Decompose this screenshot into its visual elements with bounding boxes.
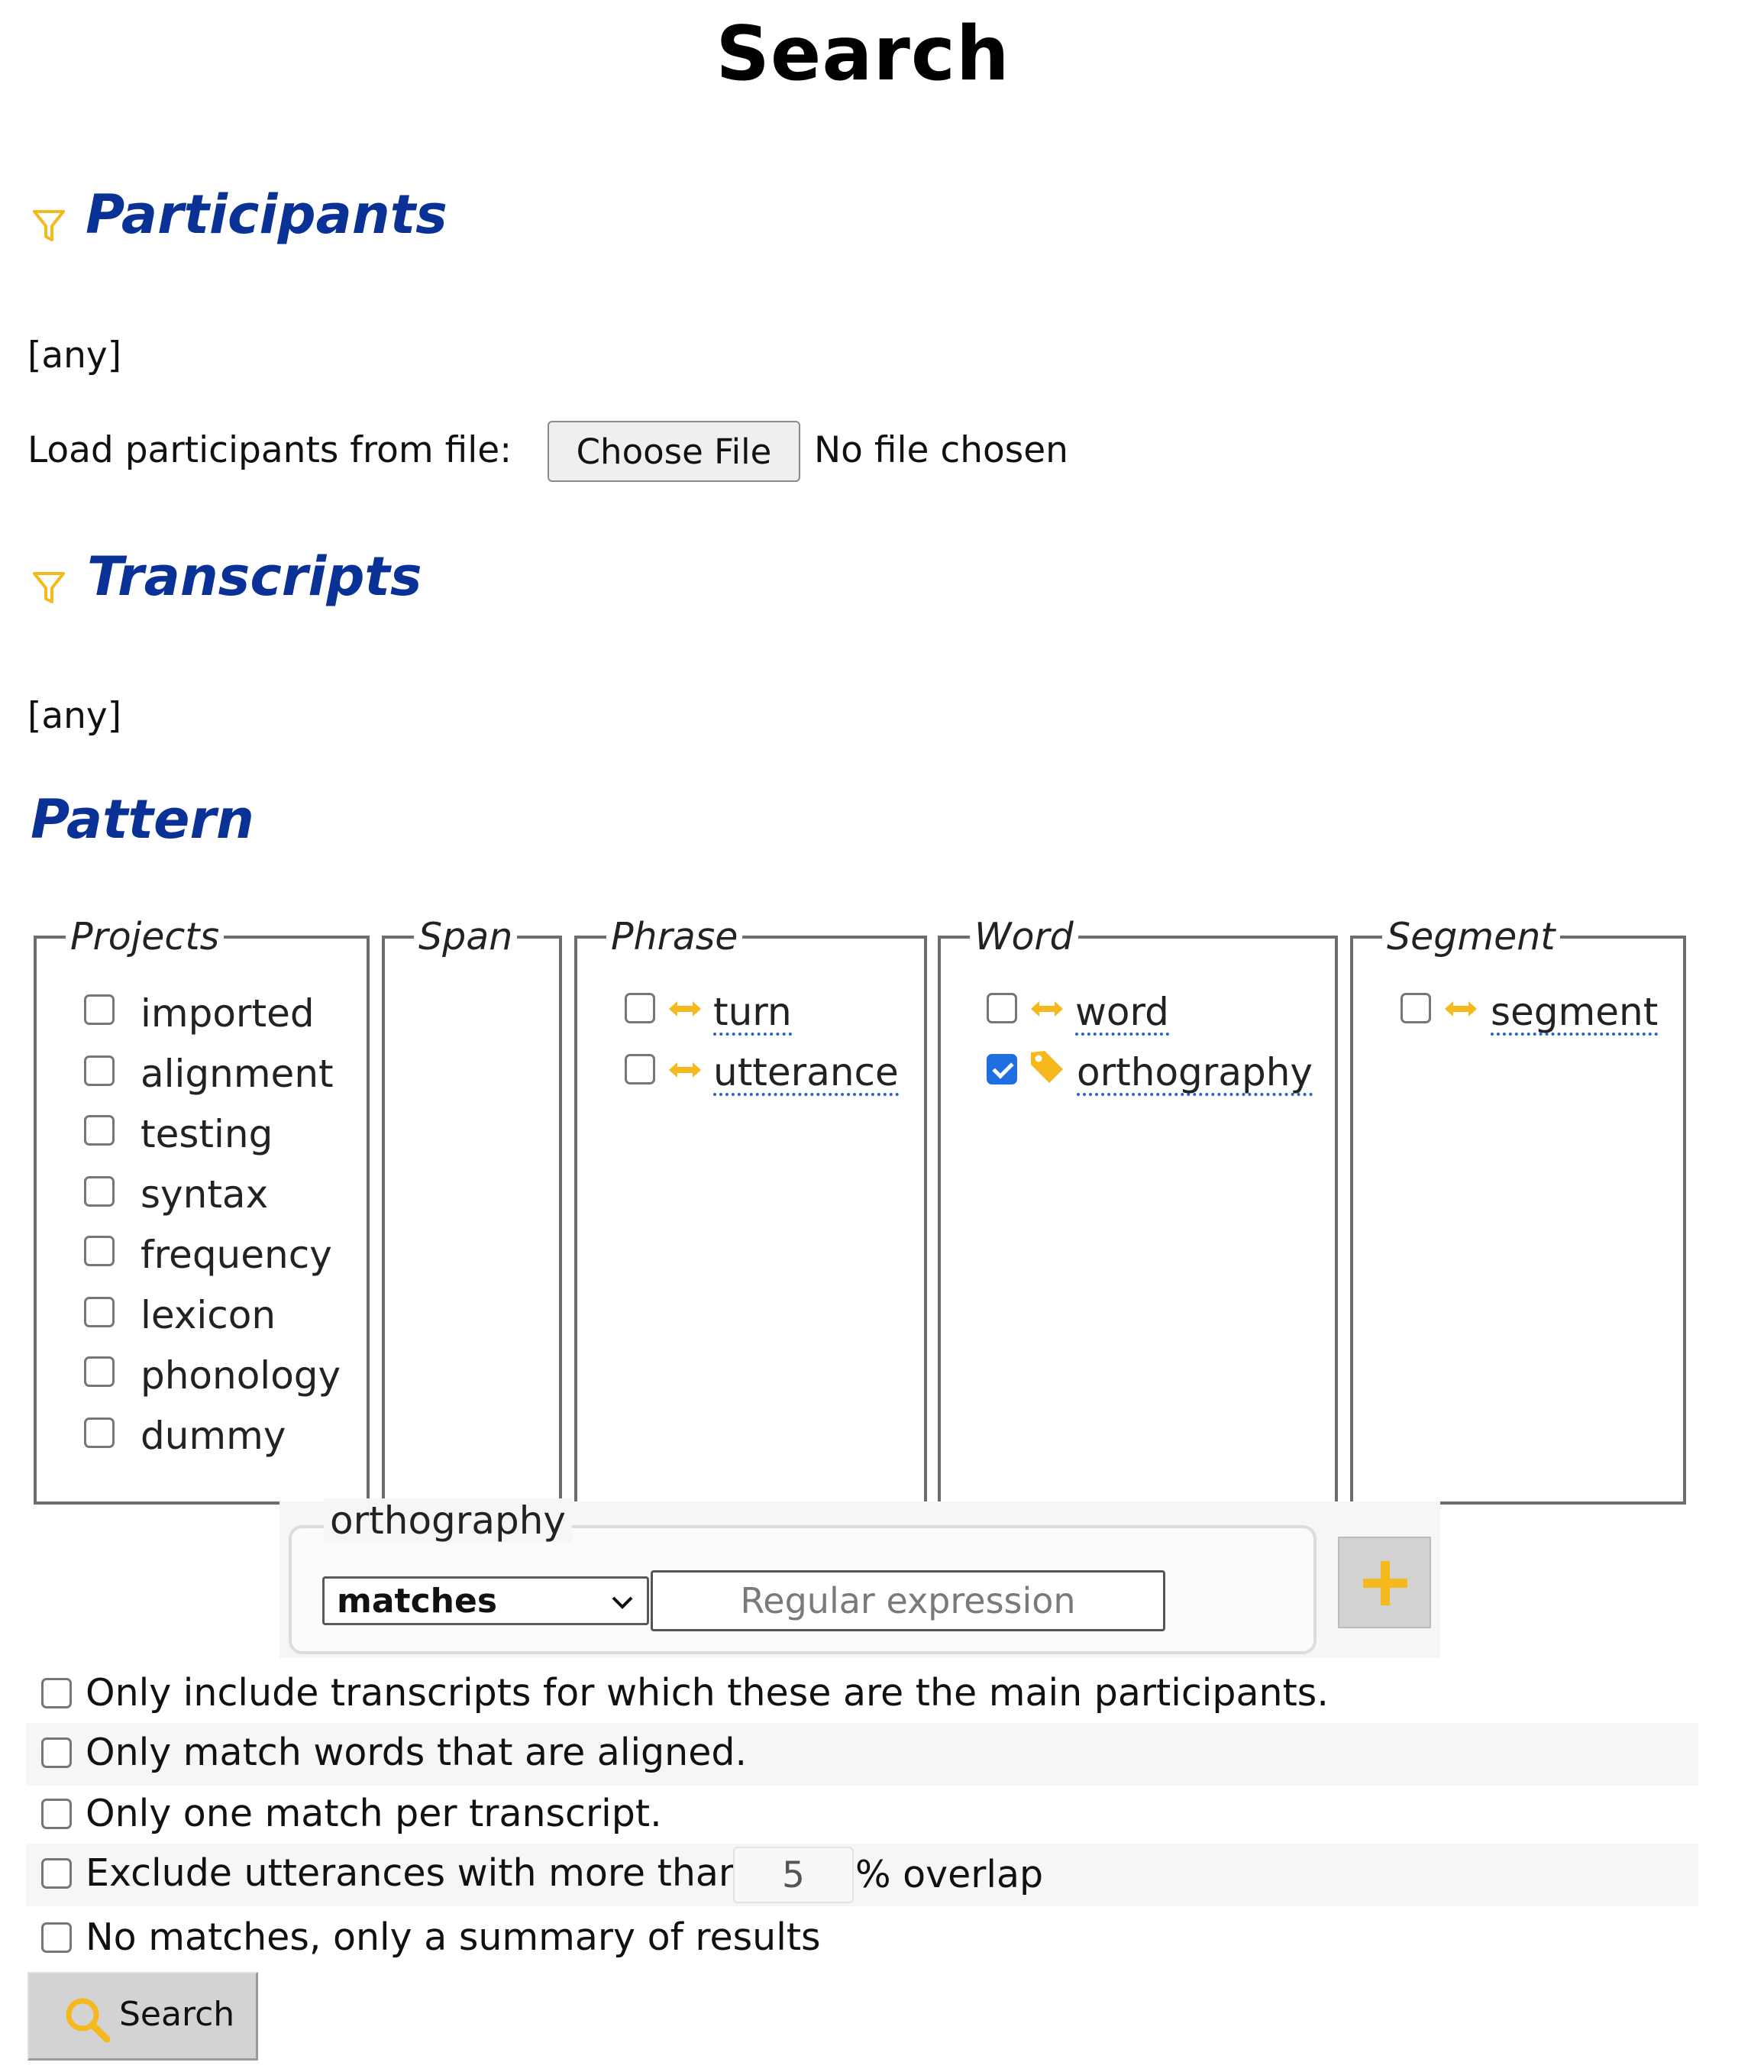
search-button[interactable]: Search (27, 1972, 258, 2061)
aligned-only-label: Only match words that are aligned. (86, 1731, 748, 1774)
option-main-participants: Only include transcripts for which these… (26, 1663, 1698, 1726)
bidirectional-arrow-icon (1445, 1001, 1477, 1017)
layer-label-orthography[interactable]: orthography (1077, 1052, 1313, 1096)
summary-only-checkbox[interactable] (41, 1922, 72, 1953)
tag-icon (1031, 1051, 1063, 1083)
layer-checkbox-orthography[interactable] (987, 1054, 1017, 1084)
search-icon (66, 1998, 111, 2043)
project-checkbox-testing[interactable] (84, 1115, 115, 1146)
project-label: alignment (141, 1052, 334, 1096)
project-checkbox-frequency[interactable] (84, 1236, 115, 1266)
project-label: phonology (141, 1353, 341, 1398)
span-column: Span (382, 915, 562, 1505)
operator-selected-value: matches (337, 1582, 498, 1621)
main-participants-label: Only include transcripts for which these… (86, 1671, 1329, 1715)
project-checkbox-phonology[interactable] (84, 1356, 115, 1387)
project-checkbox-dummy[interactable] (84, 1417, 115, 1448)
exclude-overlap-checkbox[interactable] (41, 1858, 72, 1889)
transcripts-heading: Transcripts (87, 545, 422, 608)
option-one-per-transcript: Only one match per transcript. (26, 1784, 1698, 1847)
phrase-legend: Phrase (611, 915, 738, 958)
transcripts-filter-value[interactable]: [any] (27, 695, 121, 737)
project-checkbox-syntax[interactable] (84, 1176, 115, 1207)
no-file-chosen-text: No file chosen (814, 429, 1068, 471)
exclude-overlap-label: Exclude utterances with more than (86, 1851, 742, 1895)
plus-icon (1363, 1561, 1407, 1605)
project-label: dummy (141, 1414, 286, 1458)
one-per-transcript-label: Only one match per transcript. (86, 1792, 662, 1835)
layer-label-word[interactable]: word (1075, 991, 1169, 1036)
filter-icon[interactable] (32, 208, 66, 244)
operator-select[interactable]: matches (322, 1576, 649, 1625)
project-checkbox-lexicon[interactable] (84, 1297, 115, 1327)
project-checkbox-imported[interactable] (84, 994, 115, 1025)
pattern-heading: Pattern (31, 788, 254, 851)
aligned-only-checkbox[interactable] (41, 1737, 72, 1768)
projects-legend: Projects (70, 915, 220, 958)
add-matcher-button[interactable] (1338, 1537, 1431, 1628)
option-exclude-overlap: Exclude utterances with more than % over… (26, 1844, 1698, 1906)
word-legend: Word (974, 915, 1074, 958)
regex-input[interactable] (651, 1570, 1165, 1631)
filter-icon[interactable] (32, 570, 66, 606)
search-button-label: Search (119, 1995, 235, 2034)
layer-label-utterance[interactable]: utterance (713, 1052, 899, 1096)
participants-heading: Participants (86, 183, 447, 246)
layer-label-turn[interactable]: turn (713, 991, 792, 1036)
layer-checkbox-segment[interactable] (1401, 993, 1431, 1023)
segment-legend: Segment (1387, 915, 1556, 958)
bidirectional-arrow-icon (669, 1062, 701, 1078)
page-title: Search (716, 11, 1010, 98)
project-label: lexicon (141, 1293, 276, 1337)
chevron-down-icon (612, 1596, 633, 1609)
bidirectional-arrow-icon (1031, 1001, 1063, 1017)
load-participants-label: Load participants from file: (27, 429, 512, 471)
overlap-suffix-label: % overlap (855, 1853, 1044, 1896)
layer-checkbox-turn[interactable] (625, 993, 655, 1023)
bidirectional-arrow-icon (669, 1001, 701, 1017)
matcher-layer-label: orthography (324, 1498, 572, 1543)
participants-filter-value[interactable]: [any] (27, 335, 121, 377)
option-summary-only: No matches, only a summary of results (26, 1908, 1698, 1970)
choose-file-button[interactable]: Choose File (548, 421, 800, 482)
layer-checkbox-utterance[interactable] (625, 1054, 655, 1084)
option-aligned-only: Only match words that are aligned. (26, 1723, 1698, 1786)
span-legend: Span (418, 915, 513, 958)
layer-checkbox-word[interactable] (987, 993, 1017, 1023)
main-participants-checkbox[interactable] (41, 1678, 72, 1708)
one-per-transcript-checkbox[interactable] (41, 1799, 72, 1829)
project-label: testing (141, 1112, 273, 1156)
project-label: syntax (141, 1172, 269, 1217)
overlap-threshold-input[interactable] (733, 1847, 854, 1903)
project-checkbox-alignment[interactable] (84, 1055, 115, 1086)
project-label: imported (141, 991, 315, 1036)
project-label: frequency (141, 1233, 332, 1277)
summary-only-label: No matches, only a summary of results (86, 1915, 821, 1959)
layer-label-segment[interactable]: segment (1491, 991, 1659, 1036)
